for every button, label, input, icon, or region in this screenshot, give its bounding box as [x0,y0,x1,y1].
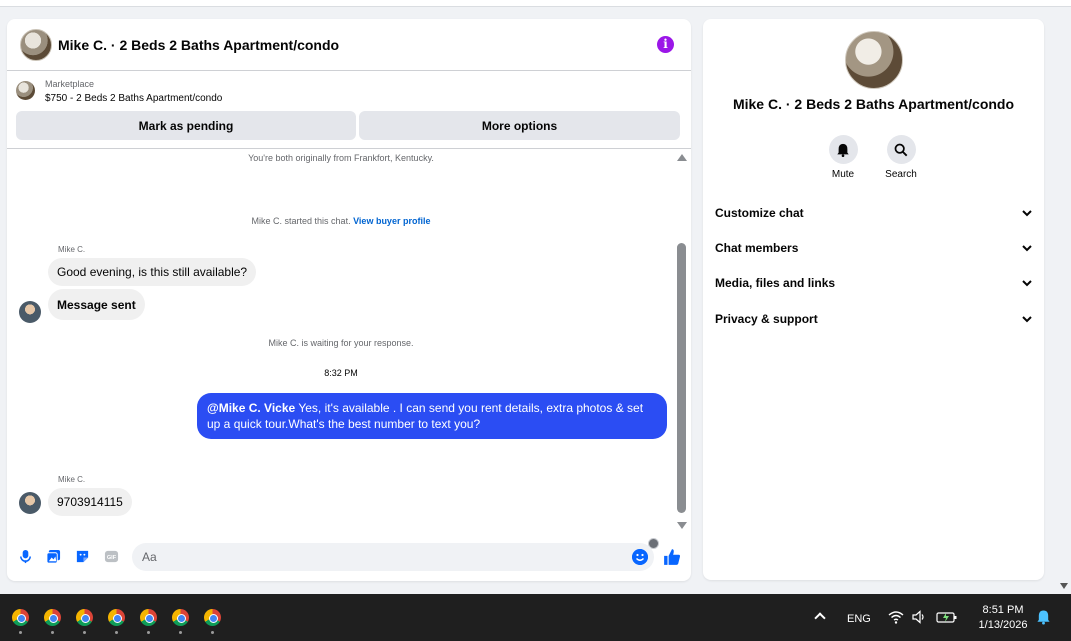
wifi-icon[interactable] [888,610,904,624]
search-icon [894,143,908,156]
listing-thumbnail[interactable] [16,81,35,100]
chevron-down-icon [1022,280,1032,287]
section-chat-members[interactable]: Chat members [715,238,1033,258]
chrome-icon[interactable] [12,609,29,626]
listing-avatar[interactable] [20,28,52,61]
search-button[interactable] [886,135,916,164]
section-label: Privacy & support [715,312,818,326]
running-indicator [19,631,22,634]
gif-icon[interactable]: GIF [104,549,119,564]
chrome-icon[interactable] [108,609,125,626]
chrome-icon[interactable] [76,609,93,626]
listing-category: Marketplace [45,79,95,89]
chat-started-text: Mike C. started this chat. [251,216,351,226]
view-buyer-profile-link[interactable]: View buyer profile [353,216,430,226]
message-input[interactable] [132,543,622,571]
sender-avatar[interactable] [19,492,41,514]
show-hidden-icons-chevron[interactable] [814,612,826,624]
volume-icon[interactable] [912,610,928,624]
clock-date: 1/13/2026 [978,619,1028,631]
section-customize-chat[interactable]: Customize chat [715,203,1033,223]
thumbs-up-icon[interactable] [663,548,681,566]
sender-name: Mike C. [58,475,86,484]
message-bubble-incoming[interactable]: Message sent [48,289,145,320]
waiting-note: Mike C. is waiting for your response. [268,338,414,348]
language-indicator[interactable]: ENG [847,613,871,625]
scroll-down-arrow[interactable] [677,522,687,529]
message-list: You're both originally from Frankfort, K… [7,150,691,549]
listing-card: Marketplace $750 - 2 Beds 2 Baths Apartm… [7,71,691,149]
message-input-box[interactable] [132,543,654,571]
message-bubble-incoming[interactable]: 9703914115 [48,488,132,516]
search-action[interactable]: Search [871,135,931,180]
mention-tag[interactable]: @Mike C. Vicke [207,401,295,415]
message-bubble-outgoing[interactable]: @Mike C. Vicke Yes, it's available . I c… [197,393,667,439]
more-options-button[interactable]: More options [359,111,680,140]
clock-time: 8:51 PM [982,604,1024,616]
bell-icon [837,143,849,157]
chat-title[interactable]: Mike C. · 2 Beds 2 Baths Apartment/condo [58,37,339,53]
scrollbar-thumb[interactable] [677,243,686,513]
sender-avatar[interactable] [19,301,41,323]
mute-action[interactable]: Mute [813,135,873,180]
mute-label: Mute [831,169,855,180]
scroll-up-arrow[interactable] [677,154,687,161]
search-label: Search [885,169,917,180]
sender-name: Mike C. [58,245,86,254]
notification-bell-icon[interactable] [1036,609,1051,625]
info-icon[interactable]: i [657,36,674,53]
running-indicator [51,631,54,634]
section-media-files-links[interactable]: Media, files and links [715,273,1033,293]
running-indicator [179,631,182,634]
chevron-down-icon [1022,210,1032,217]
photo-icon[interactable] [46,549,61,564]
page-scroll-down-arrow[interactable] [1060,583,1068,589]
chrome-icon[interactable] [44,609,61,626]
profile-name: Mike C. · 2 Beds 2 Baths Apartment/condo [732,96,1015,112]
message-bubble-incoming[interactable]: Good evening, is this still available? [48,258,257,286]
chrome-icon[interactable] [204,609,221,626]
listing-price-title[interactable]: $750 - 2 Beds 2 Baths Apartment/condo [45,93,222,104]
section-label: Media, files and links [715,276,836,290]
svg-text:GIF: GIF [107,555,117,561]
message-timestamp: 8:32 PM [324,368,358,378]
chevron-down-icon [1022,316,1032,323]
chat-panel: Mike C. · 2 Beds 2 Baths Apartment/condo… [7,19,691,581]
mute-button[interactable] [828,135,858,164]
battery-charging-icon[interactable] [936,610,958,624]
common-origin-note: You're both originally from Frankfort, K… [248,153,434,163]
chat-started-note: Mike C. started this chat. View buyer pr… [7,216,675,226]
mark-as-pending-button[interactable]: Mark as pending [16,111,356,140]
section-label: Customize chat [715,206,804,220]
chrome-icon[interactable] [140,609,157,626]
running-indicator [147,631,150,634]
chat-info-panel: Mike C. · 2 Beds 2 Baths Apartment/condo… [703,19,1044,580]
sticker-icon[interactable] [75,549,90,564]
chevron-down-icon [1022,245,1032,252]
emoji-icon[interactable] [632,549,648,565]
chrome-icon[interactable] [172,609,189,626]
browser-top-strip [0,0,1071,7]
section-label: Chat members [715,241,799,255]
microphone-icon[interactable] [18,549,33,564]
running-indicator [115,631,118,634]
section-privacy-support[interactable]: Privacy & support [715,309,1033,329]
chat-header: Mike C. · 2 Beds 2 Baths Apartment/condo… [7,19,691,71]
message-scrollbar[interactable] [675,150,689,535]
running-indicator [211,631,214,634]
message-composer: GIF [7,539,691,575]
profile-avatar[interactable] [845,31,903,89]
clock[interactable]: 8:51 PM 1/13/2026 [976,603,1030,633]
windows-taskbar: ENG 8:51 PM 1/13/2026 [0,594,1071,641]
running-indicator [83,631,86,634]
